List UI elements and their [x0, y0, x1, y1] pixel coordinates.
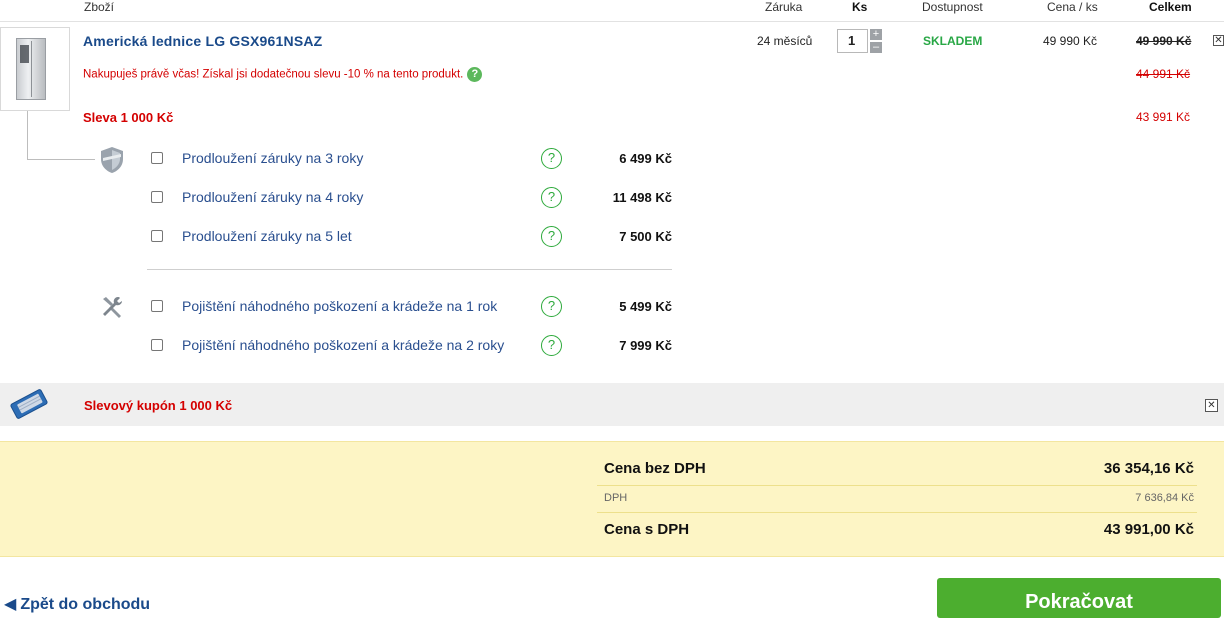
warranty-3y-label[interactable]: Prodloužení záruky na 3 roky — [182, 150, 363, 166]
header-divider — [0, 21, 1224, 22]
warranty-4y-price: 11 498 Kč — [612, 190, 672, 205]
qty-increase-button[interactable]: + — [870, 29, 882, 40]
warranty-4y-label[interactable]: Prodloužení záruky na 4 roky — [182, 189, 363, 205]
insurance-2y-label[interactable]: Pojištění náhodného poškození a krádeže … — [182, 337, 504, 353]
totals-divider — [597, 512, 1197, 513]
totals-divider — [597, 485, 1197, 486]
insurance-2y-price: 7 999 Kč — [619, 338, 672, 353]
price-without-vat-label: Cena bez DPH — [604, 460, 706, 477]
fridge-image — [16, 38, 46, 100]
warranty-4y-help-icon[interactable]: ? — [541, 187, 562, 208]
insurance-2y-help-icon[interactable]: ? — [541, 335, 562, 356]
insurance-1y-checkbox[interactable] — [151, 300, 163, 312]
warranty-3y-help-icon[interactable]: ? — [541, 148, 562, 169]
vat-value: 7 636,84 Kč — [1135, 492, 1194, 504]
quantity-input[interactable]: 1 — [837, 29, 868, 53]
ticket-icon — [10, 389, 48, 419]
total-after-promo: 44 991 Kč — [1136, 67, 1191, 81]
insurance-1y-price: 5 499 Kč — [619, 299, 672, 314]
warranty-3y-checkbox[interactable] — [151, 152, 163, 164]
unit-price: 49 990 Kč — [1043, 34, 1098, 48]
col-header-warranty: Záruka — [765, 0, 803, 14]
price-without-vat-value: 36 354,16 Kč — [1103, 460, 1194, 477]
remove-item-close-icon[interactable]: ✕ — [1213, 35, 1224, 46]
chevron-left-icon: ◀ — [4, 596, 17, 613]
wrench-screwdriver-icon — [103, 297, 122, 318]
promo-message: Nakupuješ právě včas! Získal jsi dodateč… — [83, 67, 483, 82]
insurance-1y-help-icon[interactable]: ? — [541, 296, 562, 317]
back-to-shop-link[interactable]: ◀ Zpět do obchodu — [4, 594, 150, 614]
tree-connector — [27, 159, 95, 160]
col-header-availability: Dostupnost — [922, 0, 983, 14]
warranty-5y-help-icon[interactable]: ? — [541, 226, 562, 247]
total-original-price: 49 990 Kč — [1136, 34, 1192, 48]
warranty-3y-price: 6 499 Kč — [619, 151, 672, 166]
coupon-label: Slevový kupón 1 000 Kč — [84, 398, 233, 413]
warranty-5y-price: 7 500 Kč — [619, 229, 672, 244]
coupon-row: Slevový kupón 1 000 Kč ✕ — [0, 383, 1224, 426]
insurance-2y-checkbox[interactable] — [151, 339, 163, 351]
insurance-1y-label[interactable]: Pojištění náhodného poškození a krádeže … — [182, 298, 497, 314]
discount-label: Sleva 1 000 Kč — [83, 110, 174, 125]
tree-connector — [27, 111, 28, 159]
product-warranty: 24 měsíců — [757, 34, 813, 48]
total-after-discount: 43 991 Kč — [1136, 110, 1191, 124]
shield-icon — [101, 147, 123, 173]
totals-summary: Cena bez DPH 36 354,16 Kč DPH 7 636,84 K… — [0, 441, 1224, 557]
remove-coupon-close-icon[interactable]: ✕ — [1205, 399, 1218, 412]
warranty-5y-label[interactable]: Prodloužení záruky na 5 let — [182, 228, 352, 244]
options-divider — [147, 269, 672, 270]
warranty-4y-checkbox[interactable] — [151, 191, 163, 203]
vat-label: DPH — [604, 492, 628, 504]
qty-decrease-button[interactable]: – — [870, 42, 882, 53]
warranty-5y-checkbox[interactable] — [151, 230, 163, 242]
product-thumbnail[interactable] — [0, 27, 70, 111]
promo-text: Nakupuješ právě včas! Získal jsi dodateč… — [83, 68, 464, 81]
col-header-qty: Ks — [852, 0, 868, 14]
availability-status: SKLADEM — [923, 34, 983, 48]
product-name-link[interactable]: Americká lednice LG GSX961NSAZ — [83, 33, 322, 49]
price-with-vat-label: Cena s DPH — [604, 521, 690, 538]
col-header-total: Celkem — [1149, 0, 1192, 14]
promo-help-icon[interactable]: ? — [467, 67, 483, 82]
col-header-item: Zboží — [84, 0, 115, 14]
col-header-unit-price: Cena / ks — [1047, 0, 1098, 14]
continue-button[interactable]: Pokračovat — [937, 578, 1221, 618]
price-with-vat-value: 43 991,00 Kč — [1103, 521, 1194, 538]
